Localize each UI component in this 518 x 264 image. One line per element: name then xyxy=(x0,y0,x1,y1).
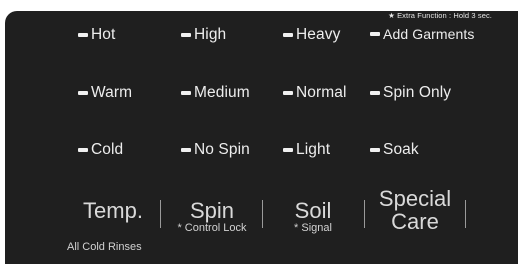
option-label: Normal xyxy=(296,84,347,101)
spin-button[interactable]: Spin * Control Lock xyxy=(164,199,260,235)
extra-function-note: ★ Extra Function : Hold 3 sec. xyxy=(388,11,492,20)
separator xyxy=(465,200,466,228)
option-label: Spin Only xyxy=(383,84,452,101)
all-cold-rinses-label: All Cold Rinses xyxy=(67,241,142,253)
option-light[interactable]: Light xyxy=(283,141,330,159)
option-hot[interactable]: Hot xyxy=(78,26,115,44)
indicator-icon xyxy=(181,148,191,152)
indicator-icon xyxy=(370,91,380,95)
option-medium[interactable]: Medium xyxy=(181,84,250,102)
indicator-icon xyxy=(181,91,191,95)
temp-button-label: Temp. xyxy=(83,198,143,223)
option-label: Warm xyxy=(91,84,133,101)
indicator-icon xyxy=(370,148,380,152)
indicator-icon xyxy=(78,91,88,95)
option-normal[interactable]: Normal xyxy=(283,84,347,102)
special-care-label-line2: Care xyxy=(391,209,439,234)
separator xyxy=(364,200,365,228)
option-heavy[interactable]: Heavy xyxy=(283,26,340,44)
soil-button-label: Soil xyxy=(294,198,332,223)
option-label: High xyxy=(194,26,227,43)
indicator-icon xyxy=(283,91,293,95)
option-no-spin[interactable]: No Spin xyxy=(181,141,250,159)
indicator-icon xyxy=(78,33,88,37)
option-cold[interactable]: Cold xyxy=(78,141,123,159)
indicator-icon xyxy=(370,32,380,36)
option-label: Light xyxy=(296,141,331,158)
spin-button-sub: * Control Lock xyxy=(177,222,247,234)
indicator-icon xyxy=(283,148,293,152)
soil-button[interactable]: Soil * Signal xyxy=(266,199,360,235)
option-label: No Spin xyxy=(194,141,250,158)
option-warm[interactable]: Warm xyxy=(78,84,132,102)
option-label: Hot xyxy=(91,26,116,43)
option-soak[interactable]: Soak xyxy=(370,141,419,159)
spin-button-label: Spin xyxy=(189,198,235,223)
option-spin-only[interactable]: Spin Only xyxy=(370,84,451,102)
separator xyxy=(160,200,161,228)
special-care-label-line1: Special xyxy=(378,186,452,211)
option-label: Heavy xyxy=(296,26,341,43)
separator xyxy=(262,200,263,228)
indicator-icon xyxy=(283,33,293,37)
indicator-icon xyxy=(181,33,191,37)
option-label: Add Garments xyxy=(383,26,475,42)
option-label: Soak xyxy=(383,141,419,158)
special-care-button[interactable]: Special Care xyxy=(370,187,460,233)
option-add-garments[interactable]: Add Garments xyxy=(370,26,474,42)
option-high[interactable]: High xyxy=(181,26,226,44)
soil-button-sub: * Signal xyxy=(294,222,332,234)
temp-button[interactable]: Temp. xyxy=(70,199,156,222)
option-label: Cold xyxy=(91,141,124,158)
indicator-icon xyxy=(78,148,88,152)
option-label: Medium xyxy=(194,84,250,101)
